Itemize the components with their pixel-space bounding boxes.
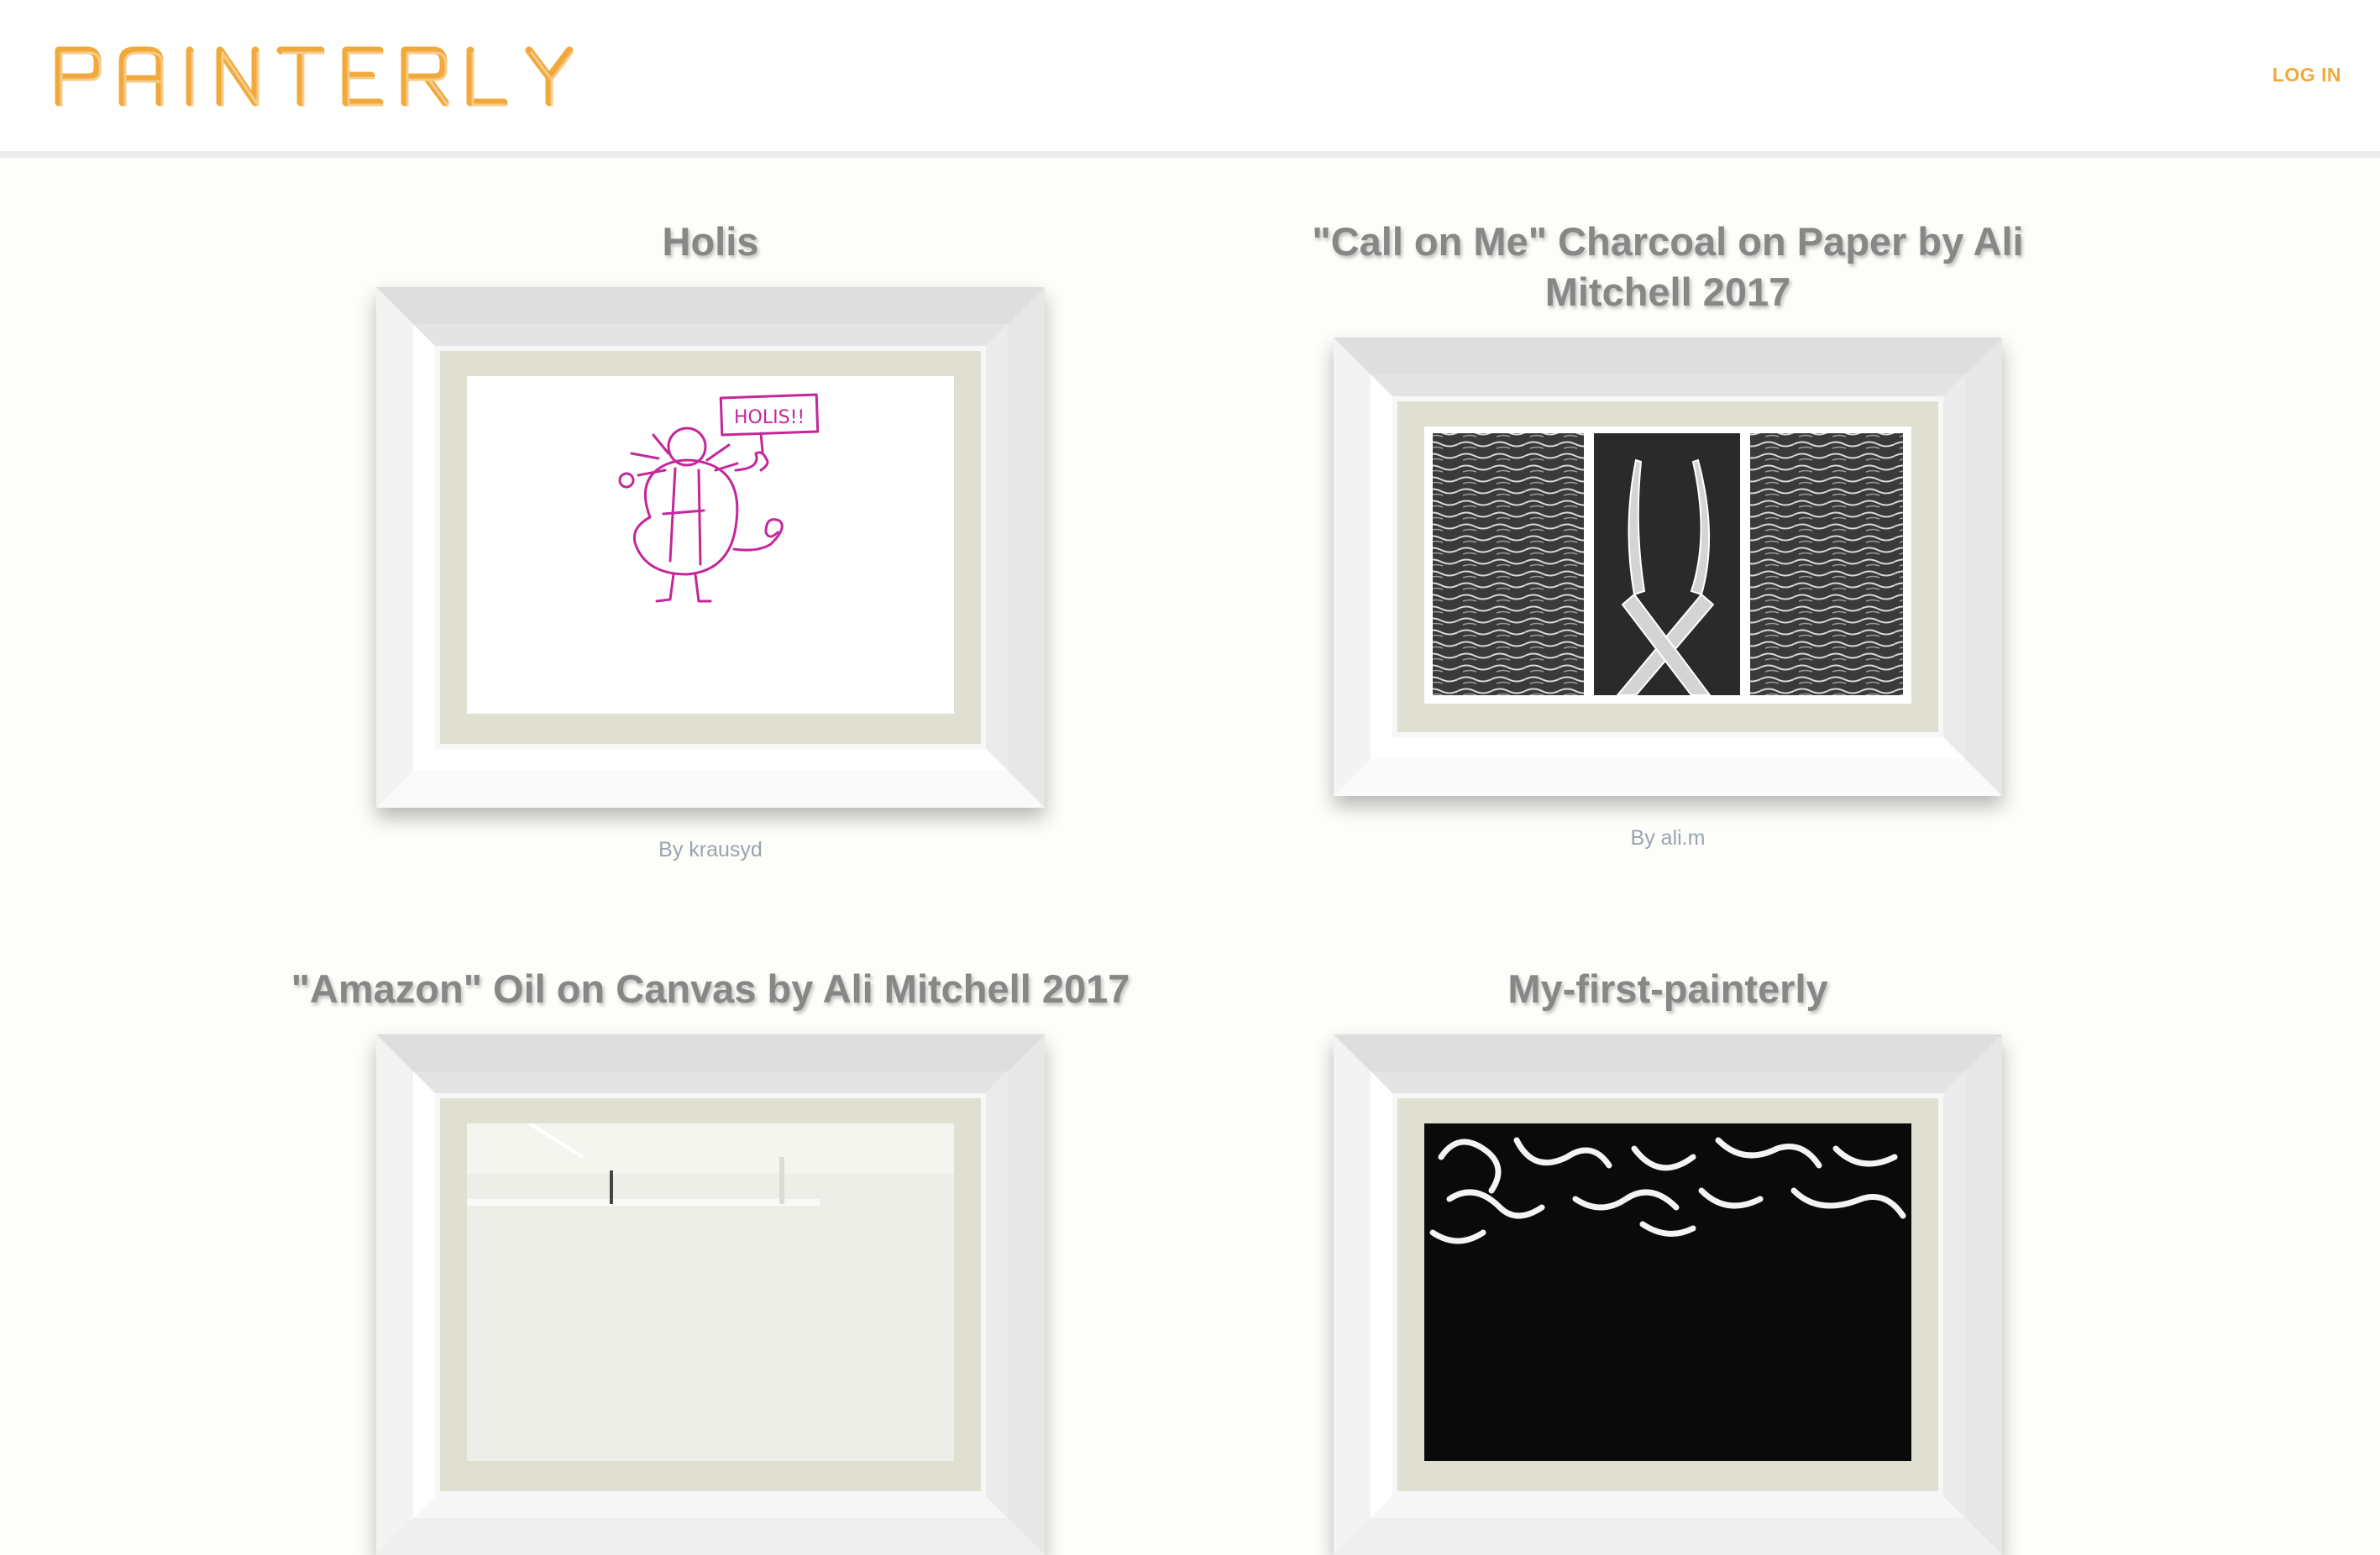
painting-card: My-first-painterly: [1248, 964, 2088, 1555]
painting-image: [467, 1123, 954, 1461]
gallery-grid: Holis HOLIS!! By krausyd "Call on Me" Ch…: [0, 158, 2380, 1555]
painting-frame[interactable]: [1334, 338, 2002, 796]
charcoal-triptych: [1424, 427, 1911, 704]
header: LOG IN: [0, 0, 2380, 158]
login-link[interactable]: LOG IN: [2273, 64, 2341, 86]
painterly-logo[interactable]: [54, 44, 583, 107]
painting-title[interactable]: Holis: [291, 217, 1130, 267]
painting-frame[interactable]: [376, 1034, 1045, 1555]
swirl-painting: [1424, 1123, 1911, 1461]
painting-title[interactable]: My-first-painterly: [1248, 964, 2088, 1014]
holis-drawing: HOLIS!!: [618, 393, 820, 603]
painting-title[interactable]: "Amazon" Oil on Canvas by Ali Mitchell 2…: [291, 964, 1130, 1014]
painting-image: [1424, 1123, 1911, 1461]
painting-card: "Amazon" Oil on Canvas by Ali Mitchell 2…: [291, 964, 1130, 1555]
painting-card: "Call on Me" Charcoal on Paper by Ali Mi…: [1248, 217, 2088, 851]
painting-author[interactable]: By krausyd: [291, 838, 1130, 862]
painting-frame[interactable]: HOLIS!!: [376, 287, 1045, 808]
studio-photo: [467, 1123, 954, 1461]
painting-author[interactable]: By ali.m: [1248, 826, 2088, 851]
painting-card: Holis HOLIS!! By krausyd: [291, 217, 1130, 862]
painting-title[interactable]: "Call on Me" Charcoal on Paper by Ali Mi…: [1248, 217, 2088, 317]
svg-text:HOLIS!!: HOLIS!!: [734, 407, 805, 428]
painting-frame[interactable]: [1334, 1034, 2002, 1555]
painting-image: [1424, 427, 1911, 704]
painting-image: HOLIS!!: [467, 376, 954, 714]
